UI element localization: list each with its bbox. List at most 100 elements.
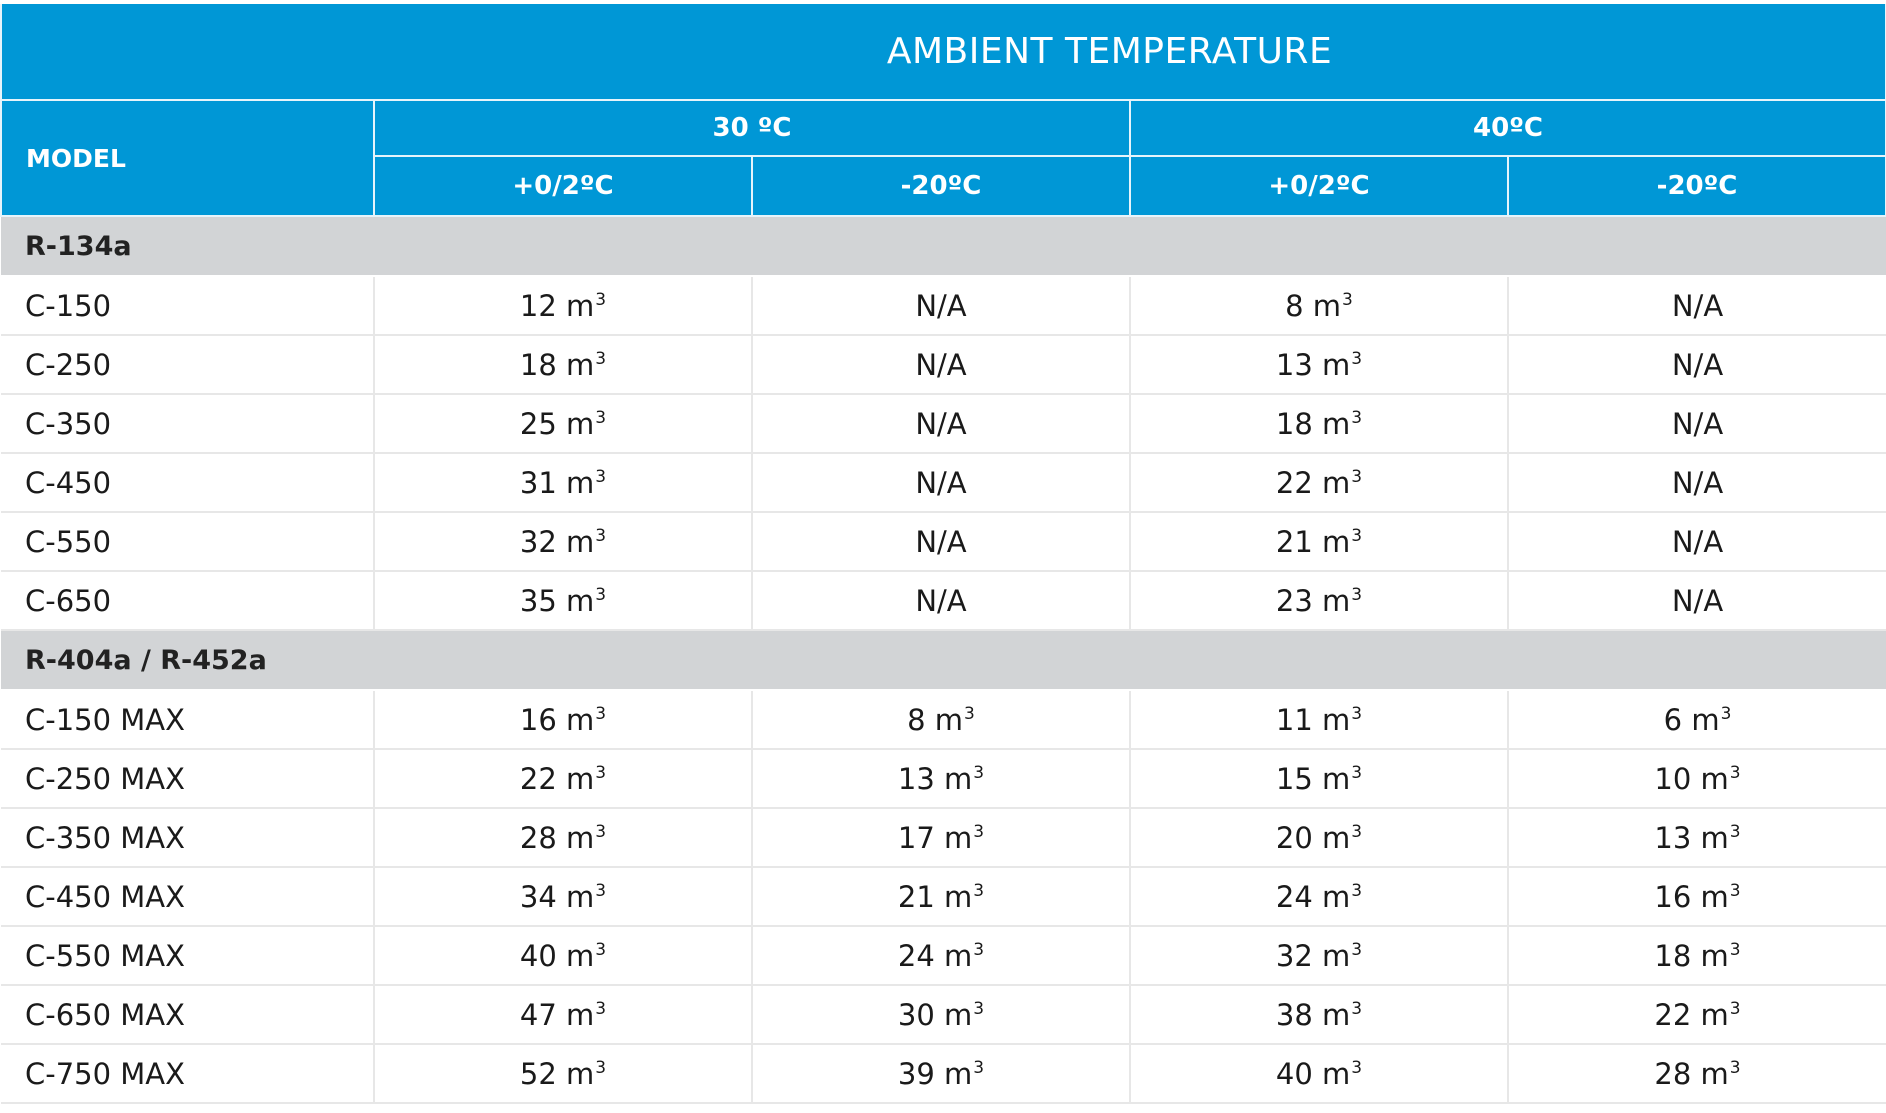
unit-label: m [1322, 1056, 1351, 1091]
capacity-cell: 38 m3 [1130, 985, 1509, 1045]
capacity-cell: N/A [1508, 276, 1886, 336]
unit-exponent: 3 [1351, 998, 1363, 1019]
model-cell: C-650 MAX [1, 985, 375, 1045]
table-row: C-250 18 m3 N/A 13 m3 N/A [1, 335, 1886, 395]
capacity-value: N/A [915, 465, 967, 500]
capacity-cell: 16 m3 [1508, 867, 1886, 927]
subcol-header: +0/2ºC [1129, 155, 1509, 217]
capacity-value: 11 [1275, 702, 1313, 737]
unit-label: m [944, 1056, 973, 1091]
unit-label: m [944, 820, 973, 855]
capacity-cell: 21 m3 [1130, 512, 1509, 572]
capacity-value: 8 [1285, 288, 1304, 323]
unit-exponent: 3 [1729, 762, 1741, 783]
model-cell: C-350 MAX [1, 808, 375, 868]
subcol-header: +0/2ºC [373, 155, 753, 217]
unit-exponent: 3 [1729, 939, 1741, 960]
capacity-cell: N/A [1508, 335, 1886, 395]
group-row: R-404a / R-452a [1, 630, 1886, 691]
table-row: C-550 32 m3 N/A 21 m3 N/A [1, 512, 1886, 572]
group-row: R-134a [1, 216, 1886, 277]
table-row: C-150 12 m3 N/A 8 m3 N/A [1, 276, 1886, 336]
unit-label: m [566, 820, 595, 855]
capacity-cell: 23 m3 [1130, 571, 1509, 631]
capacity-value: N/A [1671, 347, 1724, 382]
capacity-value: 24 [1275, 879, 1313, 914]
unit-label: m [566, 879, 595, 914]
model-cell: C-450 [1, 453, 375, 513]
capacity-value: 16 [519, 702, 557, 737]
unit-label: m [944, 761, 973, 796]
capacity-cell: N/A [1508, 571, 1886, 631]
header-corner [0, 4, 374, 101]
unit-label: m [566, 288, 595, 323]
unit-label: m [1312, 288, 1342, 323]
unit-exponent: 3 [1351, 348, 1363, 369]
capacity-value: 30 [897, 997, 935, 1032]
unit-label: m [1322, 879, 1351, 914]
unit-label: m [566, 938, 595, 973]
capacity-value: N/A [1671, 465, 1724, 500]
model-cell: C-650 [1, 571, 375, 631]
capacity-cell: 18 m3 [1508, 926, 1886, 986]
capacity-cell: N/A [1508, 512, 1886, 572]
model-cell: C-350 [1, 394, 375, 454]
capacity-value: 34 [519, 879, 557, 914]
capacity-cell: 11 m3 [1130, 690, 1509, 750]
capacity-cell: 34 m3 [374, 867, 753, 927]
capacity-cell: 28 m3 [374, 808, 753, 868]
capacity-cell: N/A [752, 394, 1131, 454]
capacity-value: 18 [1275, 406, 1313, 441]
capacity-value: 28 [519, 820, 557, 855]
unit-label: m [566, 997, 595, 1032]
capacity-value: 40 [1275, 1056, 1313, 1091]
table-row: C-150 MAX 16 m3 8 m3 11 m3 6 m3 [1, 690, 1886, 750]
unit-label: m [566, 524, 595, 559]
capacity-cell: 13 m3 [1508, 808, 1886, 868]
unit-label: m [566, 702, 595, 737]
unit-exponent: 3 [595, 466, 607, 487]
capacity-cell: N/A [752, 335, 1131, 395]
capacity-value: N/A [1671, 583, 1724, 618]
unit-label: m [1700, 1056, 1729, 1091]
capacity-value: 40 [519, 938, 557, 973]
unit-exponent: 3 [973, 762, 985, 783]
capacity-value: 12 [519, 288, 557, 323]
unit-exponent: 3 [1351, 525, 1363, 546]
capacity-cell: 31 m3 [374, 453, 753, 513]
unit-exponent: 3 [595, 998, 607, 1019]
unit-exponent: 3 [1729, 821, 1741, 842]
table-title: AMBIENT TEMPERATURE [374, 4, 1886, 101]
capacity-value: 10 [1654, 761, 1692, 796]
capacity-cell: 16 m3 [374, 690, 753, 750]
capacity-value: 28 [1654, 1056, 1692, 1091]
capacity-value: 24 [897, 938, 935, 973]
table-row: C-550 MAX 40 m3 24 m3 32 m3 18 m3 [1, 926, 1886, 986]
unit-exponent: 3 [595, 407, 607, 428]
unit-label: m [566, 1056, 595, 1091]
unit-label: m [566, 406, 595, 441]
capacity-value: 32 [1275, 938, 1313, 973]
unit-label: m [1322, 820, 1351, 855]
table-body: R-134a C-150 12 m3 N/A 8 m3 N/A C-250 18 m3 N/A 1… [1, 216, 1886, 1104]
refrigerant-group-label: R-134a [1, 216, 1886, 277]
capacity-cell: 22 m3 [1508, 985, 1886, 1045]
capacity-cell: N/A [1508, 453, 1886, 513]
unit-label: m [1700, 820, 1729, 855]
unit-label: m [1691, 702, 1720, 737]
capacity-value: 22 [519, 761, 557, 796]
capacity-value: N/A [915, 524, 967, 559]
unit-exponent: 3 [1351, 466, 1363, 487]
capacity-cell: 39 m3 [752, 1044, 1131, 1104]
capacity-cell: 40 m3 [1130, 1044, 1509, 1104]
capacity-value: 21 [897, 879, 935, 914]
table-row: C-350 MAX 28 m3 17 m3 20 m3 13 m3 [1, 808, 1886, 868]
unit-exponent: 3 [595, 762, 607, 783]
unit-exponent: 3 [1729, 1057, 1741, 1078]
unit-label: m [944, 879, 973, 914]
unit-exponent: 3 [595, 348, 607, 369]
refrigerant-group-label: R-404a / R-452a [1, 630, 1886, 691]
capacity-value: 47 [519, 997, 557, 1032]
capacity-cell: 47 m3 [374, 985, 753, 1045]
unit-label: m [566, 583, 595, 618]
